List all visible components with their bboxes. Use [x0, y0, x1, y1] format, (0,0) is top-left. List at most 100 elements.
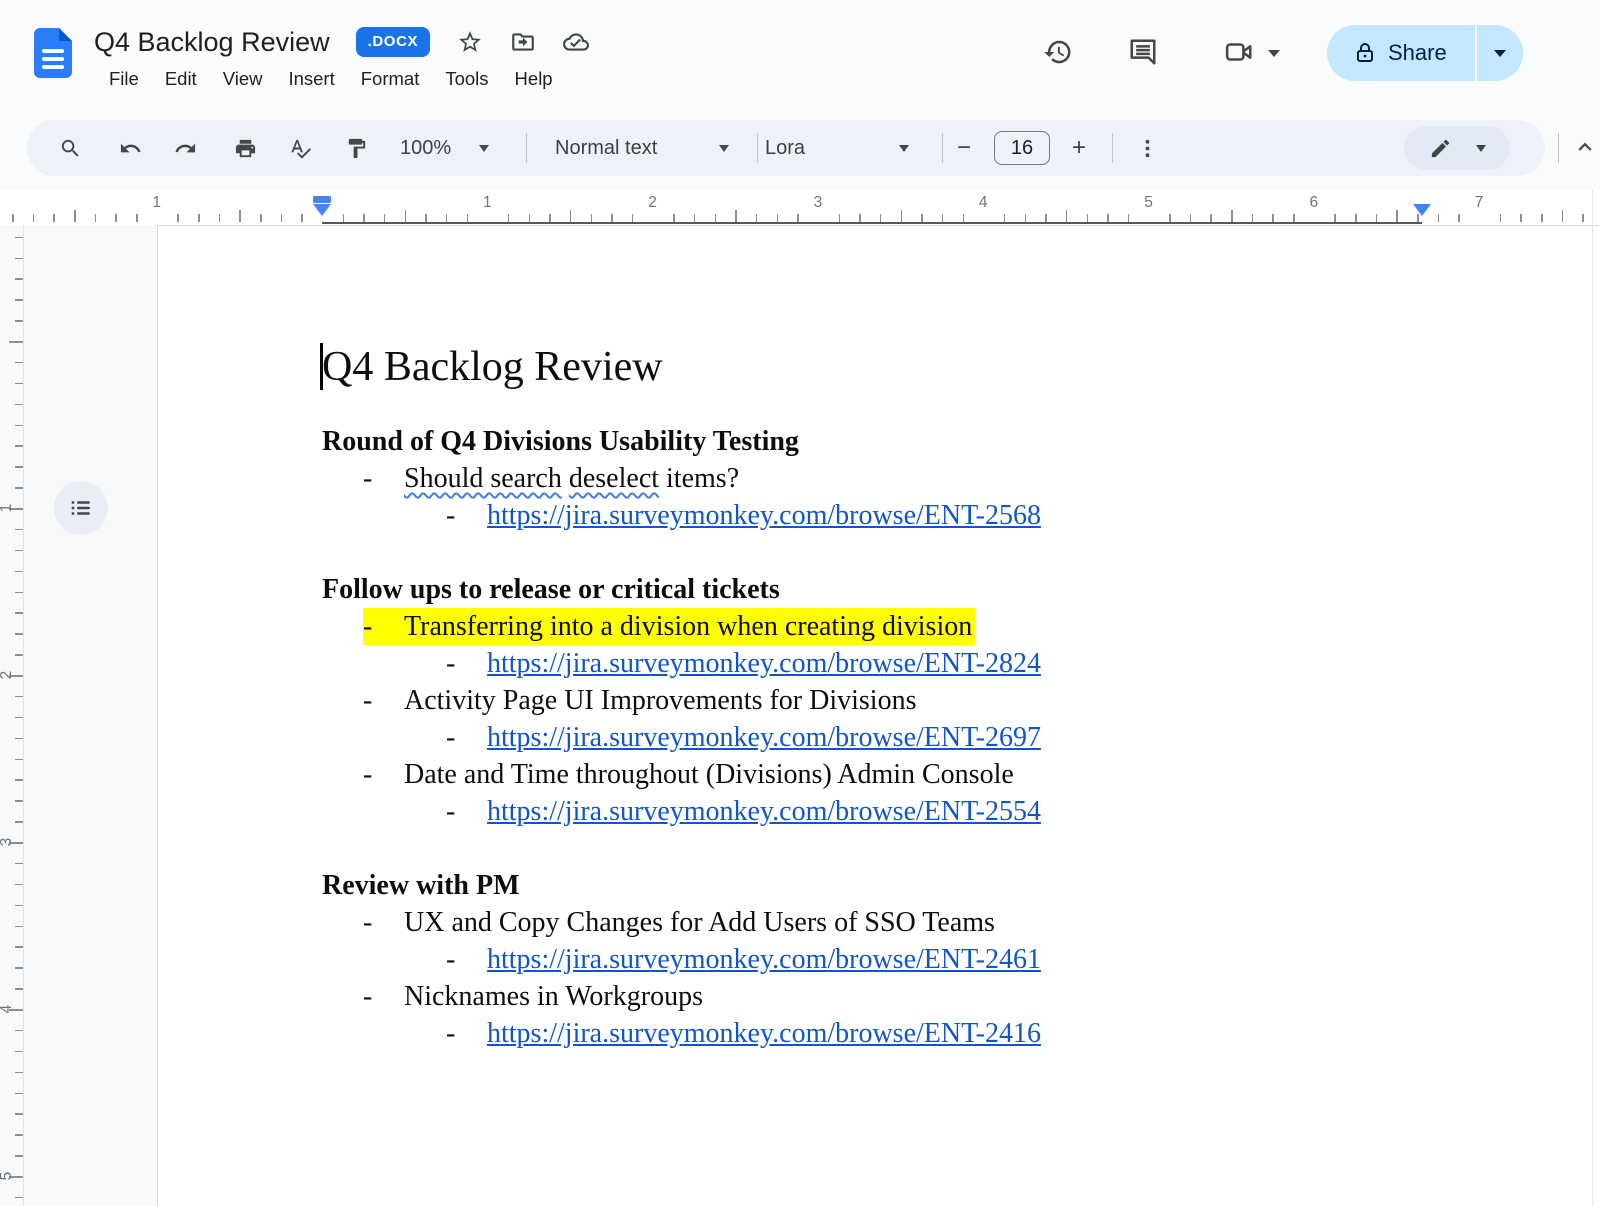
ruler-tick: [15, 800, 23, 802]
ruler-tick: [74, 210, 76, 222]
share-dropdown-caret-icon[interactable]: [1477, 25, 1523, 81]
bullet-dash: -: [446, 793, 455, 830]
ruler-tick: [15, 299, 23, 301]
bullet-dash: -: [363, 460, 372, 497]
ruler-tick: [921, 214, 923, 222]
hide-menus-chevron-icon[interactable]: [1572, 134, 1600, 162]
ruler-tick: [1355, 214, 1357, 222]
ruler-tick: [1190, 214, 1192, 222]
menu-format[interactable]: Format: [348, 64, 433, 94]
google-docs-logo-icon[interactable]: [34, 28, 72, 78]
font-size-input[interactable]: 16: [994, 131, 1050, 165]
ruler-tick: [15, 779, 23, 781]
paragraph-style-caret-icon[interactable]: [719, 145, 729, 152]
menu-tools[interactable]: Tools: [432, 64, 501, 94]
ruler-tick: [1066, 210, 1068, 222]
paragraph-style-select[interactable]: Normal text: [555, 120, 657, 176]
ruler-tick: [570, 210, 572, 222]
more-options-icon[interactable]: [1129, 130, 1165, 166]
ruler-tick: [1107, 214, 1109, 222]
cloud-saved-icon[interactable]: [562, 29, 589, 56]
ruler-tick: [1004, 214, 1006, 222]
search-icon[interactable]: [52, 130, 88, 166]
menu-view[interactable]: View: [210, 64, 276, 94]
ruler-tick: [15, 821, 23, 823]
decrease-font-size-button[interactable]: −: [957, 120, 971, 176]
left-indent-marker[interactable]: [313, 196, 331, 216]
jira-link[interactable]: https://jira.surveymonkey.com/browse/ENT…: [487, 648, 1041, 679]
editing-mode-button[interactable]: [1404, 126, 1510, 170]
jira-link[interactable]: https://jira.surveymonkey.com/browse/ENT…: [487, 944, 1041, 975]
bullet-item: -https://jira.surveymonkey.com/browse/EN…: [322, 1015, 1462, 1052]
document-title[interactable]: Q4 Backlog Review: [94, 27, 330, 58]
version-history-icon[interactable]: [1043, 37, 1079, 73]
ruler-tick: [1210, 214, 1212, 222]
toolbar-divider: [1558, 133, 1559, 163]
jira-link[interactable]: https://jira.surveymonkey.com/browse/ENT…: [487, 722, 1041, 753]
jira-link[interactable]: https://jira.surveymonkey.com/browse/ENT…: [487, 796, 1041, 827]
misspelled-text: deselect: [569, 463, 659, 494]
ruler-tick: [15, 884, 23, 886]
ruler-tick: [1438, 214, 1440, 222]
document-text-area[interactable]: Q4 Backlog Review Round of Q4 Divisions …: [322, 341, 1462, 1089]
ruler-tick: [15, 487, 23, 489]
move-folder-icon[interactable]: [509, 29, 536, 56]
toolbar-divider: [526, 133, 527, 163]
ruler-tick: [15, 1051, 23, 1053]
ruler-number: 2: [0, 665, 16, 685]
text-run: [562, 463, 569, 494]
font-caret-icon[interactable]: [899, 145, 909, 152]
share-button[interactable]: Share: [1327, 25, 1523, 81]
ruler-tick: [467, 214, 469, 222]
ruler-tick: [15, 612, 23, 614]
doc-section: Review with PM-UX and Copy Changes for A…: [322, 867, 1462, 1052]
pencil-icon: [1422, 130, 1458, 166]
star-icon[interactable]: [456, 29, 483, 56]
bullet-dash: -: [446, 645, 455, 682]
comments-icon[interactable]: [1128, 37, 1164, 73]
print-icon[interactable]: [227, 130, 263, 166]
zoom-caret-icon[interactable]: [479, 145, 489, 152]
ruler-tick: [53, 214, 55, 222]
scrollbar-track-line: [1592, 190, 1593, 1206]
jira-link[interactable]: https://jira.surveymonkey.com/browse/ENT…: [487, 1018, 1041, 1049]
ruler-tick: [405, 210, 407, 222]
bullet-text: Nicknames in Workgroups: [404, 981, 703, 1012]
ruler-tick: [9, 341, 23, 343]
text-run: items?: [659, 463, 739, 494]
ruler-tick: [15, 258, 23, 260]
ruler-tick: [715, 214, 717, 222]
menu-insert[interactable]: Insert: [275, 64, 347, 94]
paint-format-icon[interactable]: [338, 130, 374, 166]
ruler-tick: [15, 863, 23, 865]
ruler-tick: [15, 404, 23, 406]
increase-font-size-button[interactable]: +: [1072, 120, 1086, 176]
ruler-tick: [777, 214, 779, 222]
first-line-indent-marker[interactable]: [313, 196, 331, 203]
ruler-tick: [115, 214, 117, 222]
right-indent-marker[interactable]: [1413, 204, 1431, 216]
show-document-outline-button[interactable]: [54, 481, 108, 535]
toolbar: 100% Normal text Lora − 16 +: [27, 120, 1545, 176]
ruler-tick: [12, 214, 14, 222]
menu-file[interactable]: File: [96, 64, 152, 94]
meet-dropdown-caret-icon[interactable]: [1268, 50, 1280, 57]
jira-link[interactable]: https://jira.surveymonkey.com/browse/ENT…: [487, 500, 1041, 531]
horizontal-ruler[interactable]: 11234567: [0, 190, 1600, 225]
zoom-select[interactable]: 100%: [400, 120, 451, 176]
bullet-item: -Date and Time throughout (Divisions) Ad…: [322, 756, 1462, 793]
ruler-number: 1: [477, 194, 497, 212]
undo-icon[interactable]: [112, 130, 148, 166]
ruler-tick: [1231, 210, 1233, 222]
ruler-tick: [15, 1030, 23, 1032]
redo-icon[interactable]: [167, 130, 203, 166]
ruler-tick: [95, 214, 97, 222]
menu-help[interactable]: Help: [502, 64, 566, 94]
ruler-number: 7: [1469, 194, 1489, 212]
bullet-text: UX and Copy Changes for Add Users of SSO…: [404, 907, 995, 938]
font-select[interactable]: Lora: [765, 120, 805, 176]
spellcheck-icon[interactable]: [282, 130, 318, 166]
menu-edit[interactable]: Edit: [152, 64, 210, 94]
ruler-tick: [1520, 214, 1522, 222]
meet-video-icon[interactable]: [1224, 37, 1260, 73]
